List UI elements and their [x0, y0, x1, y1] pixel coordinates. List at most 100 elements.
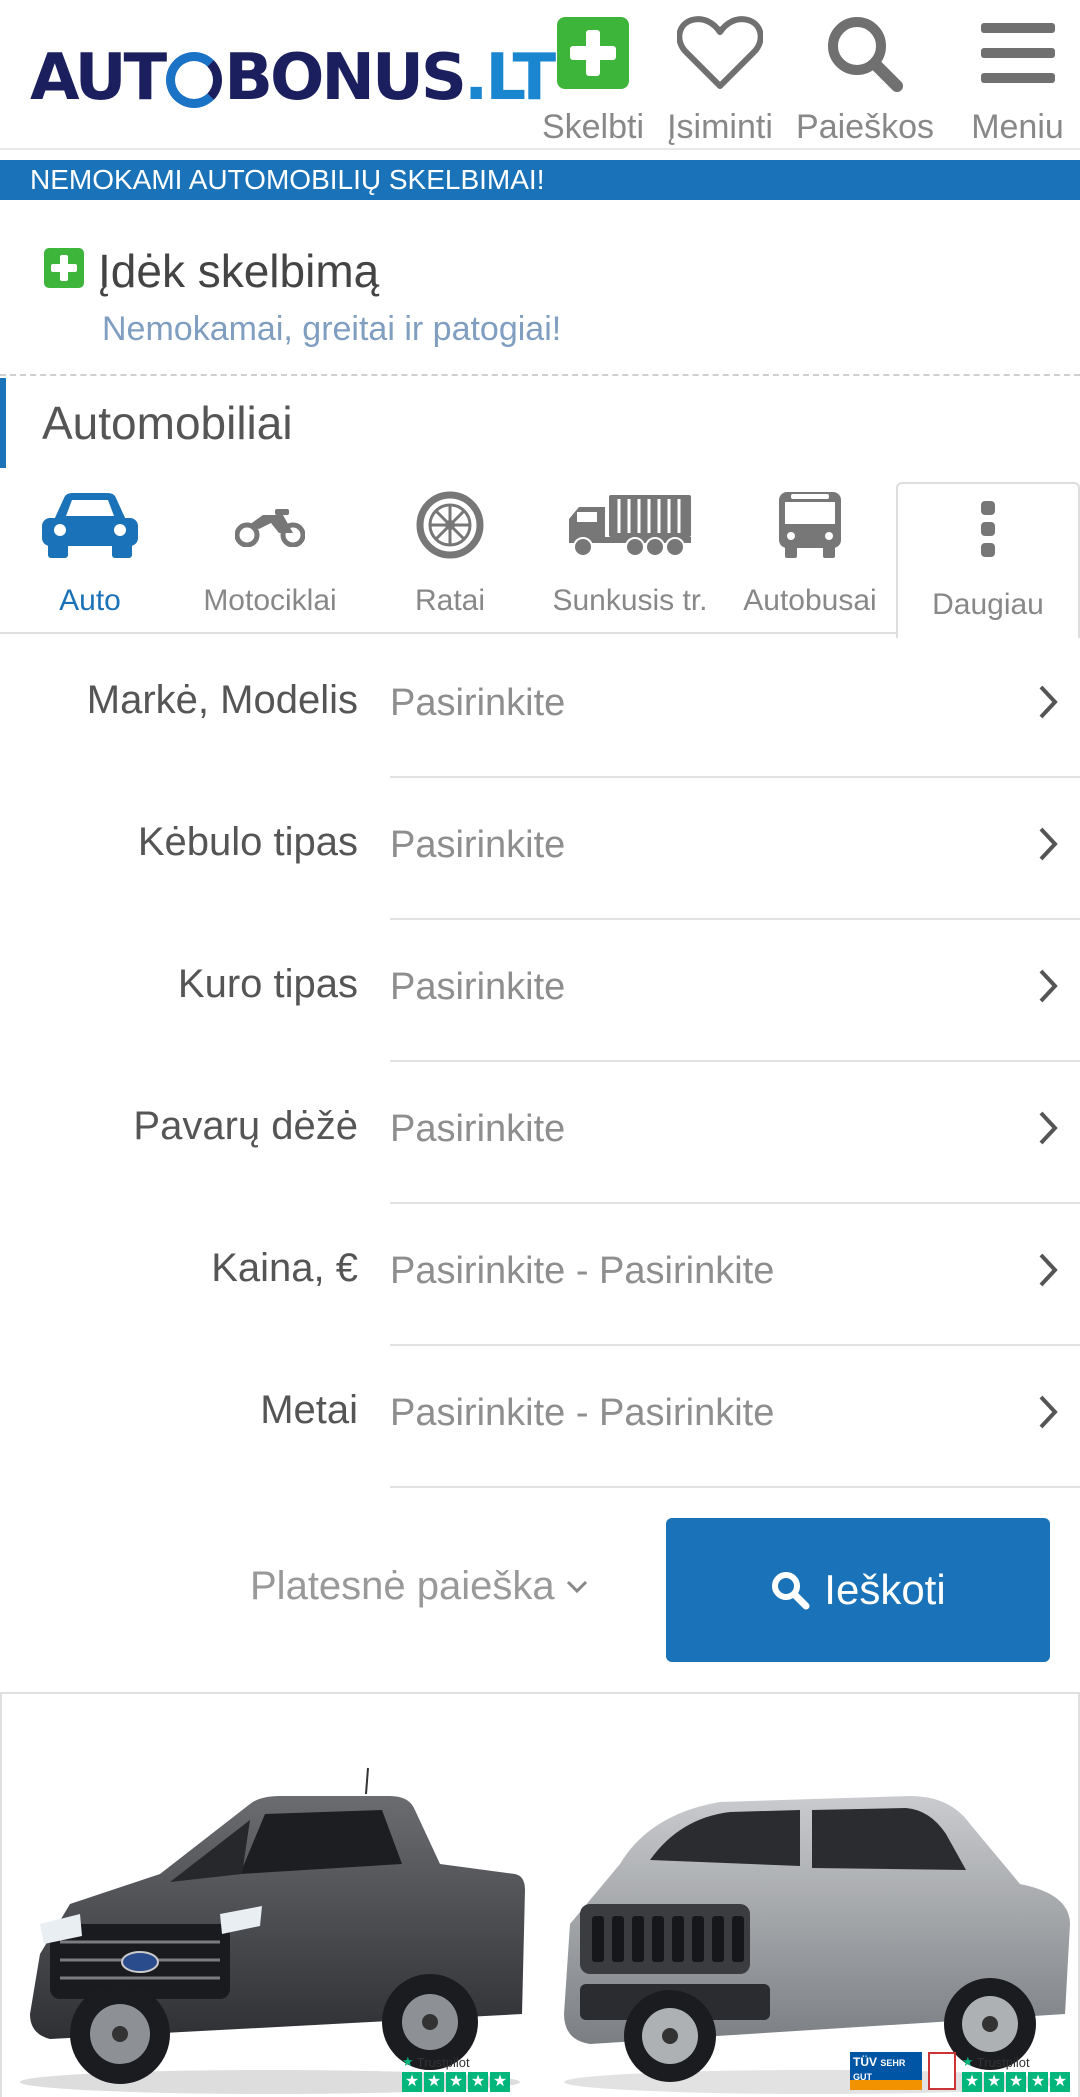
hamburger-icon: [980, 23, 1055, 83]
filter-value[interactable]: Pasirinkite: [390, 966, 565, 1009]
trustpilot-label: Trustpilot: [976, 2054, 1030, 2070]
nav-saved-label: Įsiminti: [667, 108, 773, 146]
post-ad-title[interactable]: Įdėk skelbimą: [98, 244, 379, 298]
filter-value[interactable]: Pasirinkite - Pasirinkite: [390, 1392, 774, 1435]
chevron-right-icon: [1039, 1253, 1058, 1287]
car-icon: [42, 493, 138, 558]
filter-fuel-type[interactable]: Kuro tipas Pasirinkite: [0, 920, 1080, 1062]
tab-auto[interactable]: Auto: [20, 480, 160, 632]
plus-square-icon: [44, 248, 84, 288]
trustpilot-stars: ★ ★ ★ ★ ★: [402, 2072, 510, 2092]
trustpilot-stars: ★ ★ ★ ★ ★: [962, 2072, 1070, 2092]
chevron-right-icon: [1039, 1111, 1058, 1145]
header: AUT BONUS .LT Skelbti Įsiminti Paieškos …: [0, 0, 1080, 150]
filter-body-type[interactable]: Kėbulo tipas Pasirinkite: [0, 778, 1080, 920]
filter-divider: [390, 1486, 1080, 1488]
filter-gearbox[interactable]: Pavarų dėžė Pasirinkite: [0, 1062, 1080, 1204]
filter-value[interactable]: Pasirinkite: [390, 1108, 565, 1151]
filter-label: Kuro tipas: [177, 962, 358, 1006]
filter-year[interactable]: Metai Pasirinkite - Pasirinkite: [0, 1346, 1080, 1488]
filter-make-model[interactable]: Markė, Modelis Pasirinkite: [0, 636, 1080, 778]
trustpilot-badge-secondary[interactable]: ★ Trustpilot ★ ★ ★ ★ ★: [962, 2054, 1070, 2092]
filter-label: Kaina, €: [211, 1246, 358, 1290]
filter-label: Markė, Modelis: [86, 678, 358, 722]
nav-menu-button[interactable]: Meniu: [960, 14, 1075, 147]
tab-heavy-transport-label: Sunkusis tr.: [552, 584, 708, 617]
filter-price[interactable]: Kaina, € Pasirinkite - Pasirinkite: [0, 1204, 1080, 1346]
star-icon: ★: [490, 2072, 510, 2092]
tab-more-label: Daugiau: [932, 588, 1044, 621]
filter-value[interactable]: Pasirinkite - Pasirinkite: [390, 1250, 774, 1293]
search-icon: [772, 1572, 810, 1610]
filter-value[interactable]: Pasirinkite: [390, 682, 565, 725]
star-icon: ★: [962, 2072, 982, 2092]
trustpilot-label: Trustpilot: [416, 2054, 470, 2070]
nav-saved-button[interactable]: Įsiminti: [655, 14, 785, 147]
filter-label: Kėbulo tipas: [137, 820, 358, 864]
chevron-down-icon: [566, 1580, 587, 1593]
advanced-search-toggle[interactable]: Platesnė paieška: [250, 1564, 589, 1609]
section-header: Automobiliai: [0, 378, 1080, 468]
filter-value[interactable]: Pasirinkite: [390, 824, 565, 867]
advanced-search-label: Platesnė paieška: [250, 1564, 555, 1608]
truck-icon: [569, 495, 691, 557]
tuv-badge: TÜV SEHR GUT: [850, 2052, 922, 2090]
star-icon: ★: [402, 2072, 422, 2092]
search-icon: [828, 17, 903, 92]
star-icon: ★: [402, 2054, 414, 2069]
filter-form: Markė, Modelis Pasirinkite Kėbulo tipas …: [0, 636, 1080, 1488]
star-icon: ★: [1028, 2072, 1048, 2092]
tab-auto-label: Auto: [59, 584, 121, 617]
tuv-label: TÜV: [853, 2055, 877, 2069]
section-title: Automobiliai: [42, 397, 293, 449]
filter-label: Metai: [260, 1388, 358, 1432]
filter-label: Pavarų dėžė: [133, 1104, 358, 1148]
suv-image: [564, 1796, 1070, 2094]
star-icon: ★: [1006, 2072, 1026, 2092]
tab-more[interactable]: Daugiau: [896, 482, 1080, 638]
logo-text-start: AUT: [30, 41, 167, 115]
nav-searches-button[interactable]: Paieškos: [790, 14, 940, 147]
bus-icon: [779, 492, 841, 558]
tab-wheels-label: Ratai: [414, 584, 486, 617]
search-button-label: Ieškoti: [824, 1566, 946, 1613]
free-ads-banner: NEMOKAMI AUTOMOBILIŲ SKELBIMAI!: [0, 160, 1080, 200]
star-icon: ★: [424, 2072, 444, 2092]
wheel-icon: [416, 491, 484, 559]
post-ad-subtitle: Nemokamai, greitai ir patogiai!: [102, 310, 562, 348]
star-icon: ★: [984, 2072, 1004, 2092]
plus-square-icon: [557, 17, 629, 89]
pickup-truck-image: [20, 1767, 525, 2094]
search-button[interactable]: Ieškoti: [666, 1518, 1050, 1662]
category-tabs: Auto Motociklai Ratai Sunkusis tr. Autob…: [0, 480, 1080, 638]
star-icon: ★: [446, 2072, 466, 2092]
logo-o-ring-icon: [166, 52, 223, 108]
promo-banner[interactable]: [0, 1692, 1080, 2097]
nav-post-ad-button[interactable]: Skelbti: [538, 14, 648, 147]
tab-buses[interactable]: Autobusai: [730, 480, 890, 632]
nav-searches-label: Paieškos: [796, 108, 934, 146]
star-icon: ★: [468, 2072, 488, 2092]
chevron-right-icon: [1039, 969, 1058, 1003]
motorcycle-icon: [235, 509, 305, 547]
tab-heavy-transport[interactable]: Sunkusis tr.: [540, 480, 720, 632]
chevron-right-icon: [1039, 685, 1058, 719]
nav-menu-label: Meniu: [971, 108, 1064, 146]
post-ad-block[interactable]: Įdėk skelbimą Nemokamai, greitai ir pato…: [0, 212, 1080, 376]
section-accent-bar: [0, 378, 6, 468]
chevron-right-icon: [1039, 1395, 1058, 1429]
quality-seal-icon: [928, 2052, 956, 2090]
trustpilot-badge[interactable]: ★ Trustpilot ★ ★ ★ ★ ★: [402, 2054, 510, 2092]
star-icon: ★: [1050, 2072, 1070, 2092]
logo-text-rest: BONUS: [224, 41, 467, 115]
heart-icon: [677, 16, 763, 89]
tab-motorcycles-label: Motociklai: [203, 584, 337, 617]
tab-wheels[interactable]: Ratai: [390, 480, 510, 632]
chevron-right-icon: [1039, 827, 1058, 861]
autobonus-logo[interactable]: AUT BONUS .LT: [30, 38, 556, 118]
tab-motorcycles[interactable]: Motociklai: [190, 480, 350, 632]
more-vertical-icon: [981, 501, 995, 557]
tab-buses-label: Autobusai: [743, 584, 877, 617]
star-icon: ★: [962, 2054, 974, 2069]
nav-post-ad-label: Skelbti: [541, 108, 645, 146]
